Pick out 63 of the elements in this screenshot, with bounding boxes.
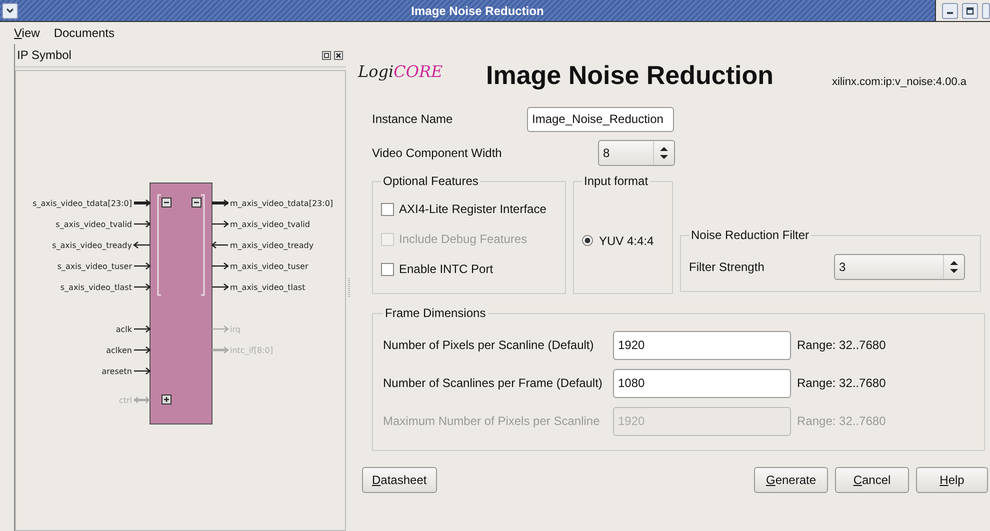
port-label: m_axis_video_tdata[23:0] <box>230 199 334 208</box>
port-label: m_axis_video_tlast <box>230 283 306 292</box>
port-label: s_axis_video_tready <box>52 241 132 250</box>
maximize-button[interactable] <box>962 2 978 18</box>
port-label: aclk <box>116 325 132 334</box>
port-label: ctrl <box>118 396 132 405</box>
text-field[interactable]: Image_Noise_Reduction <box>527 106 674 132</box>
text-field: 1920 <box>613 406 791 436</box>
menu-item[interactable]: Documents <box>52 26 117 40</box>
menu-item[interactable]: View <box>12 26 42 40</box>
field-label: Number of Scanlines per Frame (Default) <box>383 376 604 390</box>
minimize-button[interactable] <box>942 2 958 18</box>
range-label: Range: 32..7680 <box>797 338 886 352</box>
radio-button[interactable] <box>582 235 593 246</box>
text-field[interactable]: 1080 <box>613 368 791 398</box>
checkbox[interactable] <box>381 202 394 216</box>
dialog-title: Image Noise Reduction <box>486 60 774 91</box>
logo: LogiCORE <box>358 62 444 81</box>
checkbox[interactable] <box>381 262 394 276</box>
button[interactable]: Help <box>916 467 988 493</box>
port-label: aresetn <box>102 367 132 376</box>
collapse-icon[interactable] <box>162 198 172 208</box>
maximize-icon <box>966 6 974 14</box>
port-label: m_axis_video_tuser <box>230 262 308 271</box>
checkbox-label: Include Debug Features <box>399 232 528 246</box>
port-label: irq <box>230 325 240 334</box>
port-label: m_axis_video_tvalid <box>230 220 310 229</box>
radio-label: YUV 4:4:4 <box>599 234 654 248</box>
dropdown[interactable]: 3 <box>834 254 965 280</box>
button[interactable]: Generate <box>754 467 828 493</box>
field-label: Video Component Width <box>372 146 503 160</box>
panel-title: IP Symbol <box>17 48 72 62</box>
window-title: Image Noise Reduction <box>410 4 545 18</box>
range-label: Range: 32..7680 <box>797 414 886 428</box>
field-label: Instance Name <box>372 112 454 126</box>
port-label: aclken <box>106 346 132 355</box>
close-icon[interactable] <box>334 50 343 60</box>
group-title: Frame Dimensions <box>384 306 487 320</box>
window-menu-button[interactable] <box>2 2 18 18</box>
chevron-down-icon <box>6 8 14 14</box>
float-icon[interactable] <box>322 50 331 60</box>
group-title: Input format <box>583 174 650 188</box>
checkbox-label: Enable INTC Port <box>399 262 494 276</box>
range-label: Range: 32..7680 <box>797 376 886 390</box>
checkbox-label: AXI4-Lite Register Interface <box>399 202 546 216</box>
port-label: s_axis_video_tuser <box>57 262 132 271</box>
field-label: Filter Strength <box>689 260 766 274</box>
group-title: Optional Features <box>382 174 480 188</box>
version-label: xilinx.com:ip:v_noise:4.00.a <box>832 76 967 88</box>
button[interactable]: Cancel <box>835 467 909 493</box>
collapse-icon[interactable] <box>192 198 202 208</box>
dropdown[interactable]: 8 <box>598 140 675 166</box>
button[interactable]: Datasheet <box>362 467 437 493</box>
group-title: Noise Reduction Filter <box>690 228 810 242</box>
text-field[interactable]: 1920 <box>613 330 791 360</box>
port-label: s_axis_video_tvalid <box>56 220 132 229</box>
field-label: Maximum Number of Pixels per Scanline <box>383 414 601 428</box>
expand-icon[interactable] <box>162 394 172 404</box>
port-label: m_axis_video_tready <box>230 241 314 250</box>
port-label: s_axis_video_tlast <box>60 283 132 292</box>
field-label: Number of Pixels per Scanline (Default) <box>383 338 595 352</box>
port-label: s_axis_video_tdata[23:0] <box>32 199 132 208</box>
port-label: intc_if[8:0] <box>230 346 273 355</box>
